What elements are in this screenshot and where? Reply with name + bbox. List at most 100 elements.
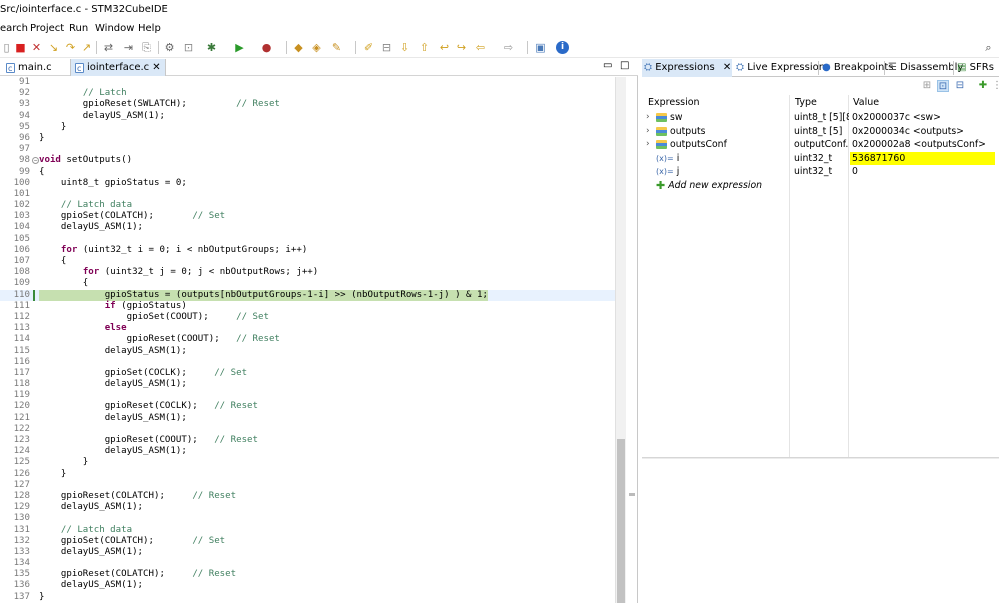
tab-iointerface-c[interactable]: iointerface.c ✕ (70, 59, 166, 77)
disconnect-icon[interactable]: ✕ (30, 41, 43, 54)
menu-project[interactable]: Project (30, 23, 64, 34)
info-icon[interactable]: i (556, 41, 569, 54)
minimize-icon[interactable]: ▭ (603, 60, 612, 71)
editor-scrollbar[interactable] (615, 77, 626, 603)
code-line[interactable]: 100 uint8_t gpioStatus = 0; (0, 178, 626, 189)
code-line[interactable]: 128 gpioReset(COLATCH); // Reset (0, 491, 626, 502)
code-line[interactable]: 91 (0, 77, 626, 88)
column-header-type[interactable]: Type (791, 95, 817, 110)
expression-value[interactable]: 536871760 (850, 151, 995, 165)
detail-pane-sash[interactable] (642, 457, 999, 459)
expression-value[interactable]: 0x200002a8 <outputsConf> (852, 138, 997, 152)
code-line[interactable]: 105 (0, 234, 626, 245)
run-icon[interactable]: ▶ (233, 41, 246, 54)
tab-main-c[interactable]: main.c (2, 59, 56, 77)
code-line[interactable]: 118 delayUS_ASM(1); (0, 379, 626, 390)
next-annotation-icon[interactable]: ⇩ (398, 41, 411, 54)
code-line[interactable]: 115 delayUS_ASM(1); (0, 346, 626, 357)
code-line[interactable]: 132 gpioSet(COLATCH); // Set (0, 536, 626, 547)
expression-row[interactable]: › outputs uint8_t [5] 0x2000034c <outputs> (642, 125, 999, 139)
code-line[interactable]: 124 delayUS_ASM(1); (0, 446, 626, 457)
code-line[interactable]: 101 (0, 189, 626, 200)
chevron-right-icon[interactable]: › (646, 111, 653, 125)
code-line[interactable]: 129 delayUS_ASM(1); (0, 502, 626, 513)
code-line[interactable]: 108 for (uint32_t j = 0; j < nbOutputRow… (0, 267, 626, 278)
tab-expressions[interactable]: ⛭ Expressions ✕ (642, 59, 732, 77)
code-line[interactable]: 126 } (0, 469, 626, 480)
code-line[interactable]: 130 (0, 513, 626, 524)
code-line[interactable]: 134 (0, 558, 626, 569)
new-c-project-icon[interactable]: ◆ (292, 41, 305, 54)
code-line[interactable]: 125 } (0, 457, 626, 468)
code-line[interactable]: 104 delayUS_ASM(1); (0, 222, 626, 233)
annotation-icon[interactable]: ✐ (362, 41, 375, 54)
search-icon[interactable]: ⌕ (982, 41, 995, 54)
code-line[interactable]: 114 gpioReset(COOUT); // Reset (0, 334, 626, 345)
code-editor[interactable]: 91 92 // Latch 93 gpioReset(SWLATCH); // R… (0, 77, 626, 603)
external-tools-icon[interactable]: ⚙ (163, 41, 176, 54)
forward-icon[interactable]: ⇨ (502, 41, 515, 54)
expression-row[interactable]: › sw uint8_t [5][8]0x2000037c <sw> (642, 111, 999, 125)
scrollbar-thumb[interactable] (617, 439, 625, 603)
tab-live-expressions[interactable]: ⛭ Live Expressions (734, 59, 830, 77)
toggle-icon[interactable]: ▯ (0, 41, 13, 54)
open-type-icon[interactable]: ◈ (310, 41, 323, 54)
stop-icon[interactable]: ■ (14, 41, 27, 54)
debug-config-icon[interactable]: ✱ (205, 41, 218, 54)
step-return-icon[interactable]: ↗ (80, 41, 93, 54)
menu-help[interactable]: Help (138, 23, 161, 34)
expression-value[interactable]: 0x2000037c <sw> (852, 111, 997, 125)
chevron-right-icon[interactable]: › (646, 138, 653, 152)
code-line[interactable]: 121 delayUS_ASM(1); (0, 413, 626, 424)
code-line[interactable]: 122 (0, 424, 626, 435)
prev-annotation-icon[interactable]: ⇧ (418, 41, 431, 54)
tab-disassembly[interactable]: ☰ Disassembly (886, 59, 963, 77)
code-line[interactable]: 92 // Latch (0, 88, 626, 99)
show-type-names-icon[interactable]: ⊞ (921, 80, 933, 92)
code-line[interactable]: 112 gpioSet(COOUT); // Set (0, 312, 626, 323)
code-line[interactable]: 99 { (0, 167, 626, 178)
code-line[interactable]: 131 // Latch data (0, 525, 626, 536)
expression-row[interactable]: (x)= i uint32_t 536871760 (642, 151, 999, 165)
fold-toggle-icon[interactable]: − (32, 157, 39, 165)
code-line[interactable]: 103 gpioSet(COLATCH); // Set (0, 211, 626, 222)
drop-frame-icon[interactable]: ⇥ (122, 41, 135, 54)
back-icon[interactable]: ⇦ (474, 41, 487, 54)
code-line[interactable]: 98− void setOutputs() (0, 155, 626, 166)
code-line[interactable]: 117 gpioSet(COCLK); // Set (0, 368, 626, 379)
expression-value[interactable]: 0 (852, 165, 997, 179)
debug-config-icon[interactable]: ⎘ (140, 41, 153, 54)
step-into-icon[interactable]: ↘ (47, 41, 60, 54)
menu-run[interactable]: Run (69, 23, 88, 34)
close-icon[interactable]: ✕ (723, 62, 731, 73)
code-line[interactable]: 135 gpioReset(COLATCH); // Reset (0, 569, 626, 580)
code-line[interactable]: 102 // Latch data (0, 200, 626, 211)
instruction-step-icon[interactable]: ⇄ (102, 41, 115, 54)
code-line[interactable]: 93 gpioReset(SWLATCH); // Reset (0, 99, 626, 110)
close-icon[interactable]: ✕ (152, 60, 160, 76)
external-tools-icon[interactable]: ● (260, 41, 273, 54)
code-line[interactable]: 113 else (0, 323, 626, 334)
column-header-value[interactable]: Value (849, 95, 879, 110)
code-line[interactable]: 123 gpioReset(COOUT); // Reset (0, 435, 626, 446)
step-over-icon[interactable]: ↷ (64, 41, 77, 54)
column-header-expression[interactable]: Expression (644, 95, 700, 110)
code-line[interactable]: 111 if (gpioStatus) (0, 301, 626, 312)
expression-row[interactable]: › outputsConf outputConf... 0x200002a8 <out… (642, 138, 999, 152)
code-line[interactable]: 127 (0, 480, 626, 491)
menu-window[interactable]: Window (95, 23, 134, 34)
code-line[interactable]: 106 for (uint32_t i = 0; i < nbOutputGro… (0, 245, 626, 256)
code-line[interactable]: 109 { (0, 278, 626, 289)
perspective-icon[interactable]: ▣ (534, 41, 547, 54)
tab-sfrs[interactable]: ▤ SFRs (955, 59, 994, 77)
menu-search[interactable]: earch (0, 23, 28, 34)
tab-breakpoints[interactable]: ● Breakpoints (820, 59, 893, 77)
show-logical-structure-icon[interactable]: ⊡ (937, 80, 949, 92)
code-line[interactable]: 136 delayUS_ASM(1); (0, 580, 626, 591)
expression-row[interactable]: (x)= j uint32_t 0 (642, 165, 999, 179)
code-line[interactable]: 116 (0, 357, 626, 368)
collapse-all-icon[interactable]: ⊟ (954, 80, 966, 92)
add-new-expression-row[interactable]: ✚ Add new expression (642, 179, 999, 193)
back-icon[interactable]: ↩ (438, 41, 451, 54)
build-icon[interactable]: ✎ (330, 41, 343, 54)
